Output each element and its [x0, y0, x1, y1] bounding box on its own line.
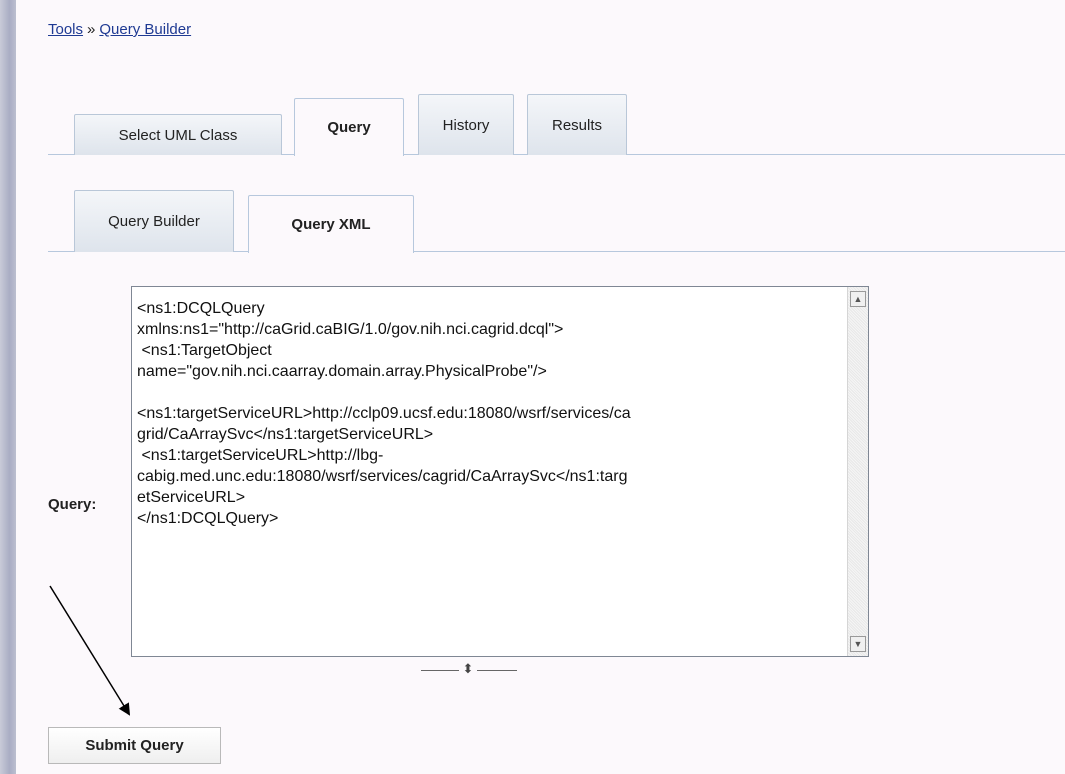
breadcrumb: Tools» Query Builder [48, 21, 191, 38]
textarea-scrollbar[interactable]: ▲ ▼ [847, 287, 868, 656]
tab-query[interactable]: Query [294, 98, 404, 156]
query-xml-textarea[interactable]: <ns1:DCQLQuery xmlns:ns1="http://caGrid.… [131, 286, 869, 657]
tab-query-xml[interactable]: Query XML [248, 195, 414, 253]
breadcrumb-tools-link[interactable]: Tools [48, 21, 83, 38]
breadcrumb-separator: » [87, 21, 96, 38]
tab-history[interactable]: History [418, 94, 514, 155]
scroll-down-icon[interactable]: ▼ [850, 636, 866, 652]
textarea-resize-handle[interactable]: ⬍ [421, 660, 517, 678]
query-label: Query: [48, 496, 97, 513]
breadcrumb-query-builder-link[interactable]: Query Builder [99, 21, 191, 38]
left-page-border [0, 0, 16, 774]
scroll-up-icon[interactable]: ▲ [850, 291, 866, 307]
query-xml-text: <ns1:DCQLQuery xmlns:ns1="http://caGrid.… [137, 300, 631, 527]
tab-query-builder[interactable]: Query Builder [74, 190, 234, 252]
tab-select-uml-class[interactable]: Select UML Class [74, 114, 282, 155]
resize-icon: ⬍ [459, 660, 477, 678]
submit-query-button[interactable]: Submit Query [48, 727, 221, 764]
tab-results[interactable]: Results [527, 94, 627, 155]
